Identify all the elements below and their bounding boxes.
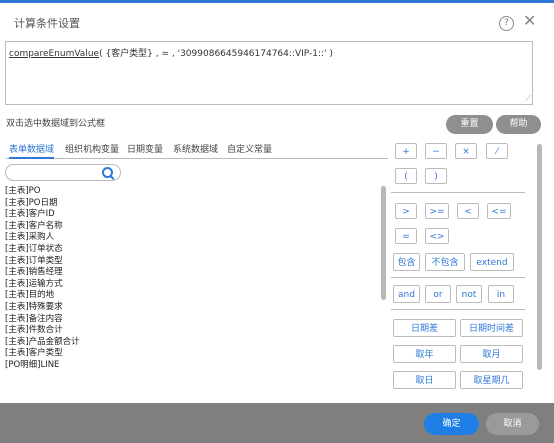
close-icon[interactable]: ✕ <box>523 13 536 29</box>
less-equal-button[interactable]: <= <box>487 203 511 219</box>
get-month-button[interactable]: 取月 <box>460 345 523 363</box>
list-item[interactable]: [主表]备注内容 <box>5 314 381 326</box>
resize-handle-icon[interactable]: ⟋ <box>525 94 531 104</box>
tab-date-variables[interactable]: 日期变量 <box>127 142 163 155</box>
greater-equal-button[interactable]: >= <box>425 203 449 219</box>
divide-button[interactable]: ⁄ <box>486 143 508 159</box>
formula-textarea[interactable]: compareEnumValue( {客户类型} , = , '30990866… <box>5 41 533 105</box>
list-item[interactable]: [主表]客户类型 <box>5 348 381 360</box>
formula-arguments: ( {客户类型} , = , '3099086645946174764::VIP… <box>99 49 333 59</box>
multiply-button[interactable]: × <box>455 143 477 159</box>
less-than-button[interactable]: < <box>457 203 479 219</box>
hint-text: 双击选中数据域到公式框 <box>6 119 106 129</box>
divider <box>391 309 525 310</box>
list-item[interactable]: [主表]采购人 <box>5 232 381 244</box>
list-item[interactable]: [主表]运输方式 <box>5 279 381 291</box>
and-button[interactable]: and <box>393 285 420 303</box>
ok-button[interactable]: 确定 <box>424 413 479 435</box>
right-paren-button[interactable]: ) <box>425 168 447 184</box>
datetime-diff-button[interactable]: 日期时间差 <box>460 319 523 337</box>
calc-condition-dialog: 计算条件设置 ? ✕ compareEnumValue( {客户类型} , = … <box>0 3 554 403</box>
field-tabs: 表单数据域 组织机构变量 日期变量 系统数据域 自定义常量 <box>6 142 388 159</box>
field-list-scrollbar[interactable] <box>381 186 386 300</box>
get-day-button[interactable]: 取日 <box>393 371 456 389</box>
divider <box>391 277 525 278</box>
tab-system-fields[interactable]: 系统数据域 <box>173 142 218 155</box>
list-item[interactable]: [主表]订单类型 <box>5 256 381 268</box>
or-button[interactable]: or <box>425 285 451 303</box>
list-item[interactable]: [主表]客户ID <box>5 209 381 221</box>
help-icon[interactable]: ? <box>499 16 514 31</box>
tab-form-fields[interactable]: 表单数据域 <box>9 142 55 159</box>
list-item[interactable]: [主表]销售经理 <box>5 267 381 279</box>
extend-button[interactable]: extend <box>470 253 514 271</box>
list-item[interactable]: [主表]目的地 <box>5 290 381 302</box>
cancel-button[interactable]: 取消 <box>486 413 539 435</box>
not-equal-button[interactable]: <> <box>425 228 449 244</box>
formula-function-name: compareEnumValue <box>9 49 100 59</box>
tab-org-variables[interactable]: 组织机构变量 <box>65 142 119 155</box>
divider <box>391 192 525 193</box>
list-item[interactable]: [主表]产品金额合计 <box>5 337 381 349</box>
field-list: [主表]PO [主表]PO日期 [主表]客户ID [主表]客户名称 [主表]采购… <box>5 186 381 373</box>
list-item[interactable]: [PO明细]LINE <box>5 360 381 372</box>
in-button[interactable]: in <box>488 285 514 303</box>
reset-button[interactable]: 重置 <box>446 115 493 134</box>
list-item[interactable]: [主表]客户名称 <box>5 221 381 233</box>
search-icon[interactable] <box>102 167 113 178</box>
equal-button[interactable]: = <box>395 228 417 244</box>
greater-than-button[interactable]: > <box>395 203 417 219</box>
contains-button[interactable]: 包含 <box>393 253 420 271</box>
help-button[interactable]: 帮助 <box>496 115 541 134</box>
operators-scrollbar[interactable] <box>537 144 542 370</box>
tab-custom-constants[interactable]: 自定义常量 <box>227 142 272 155</box>
not-button[interactable]: not <box>456 285 482 303</box>
list-item[interactable]: [主表]订单状态 <box>5 244 381 256</box>
left-paren-button[interactable]: ( <box>395 168 417 184</box>
get-weekday-button[interactable]: 取星期几 <box>460 371 523 389</box>
list-item[interactable]: [主表]PO <box>5 186 381 198</box>
list-item[interactable]: [主表]PO日期 <box>5 198 381 210</box>
plus-button[interactable]: + <box>395 143 417 159</box>
not-contains-button[interactable]: 不包含 <box>425 253 465 271</box>
dialog-title: 计算条件设置 <box>14 17 80 30</box>
get-year-button[interactable]: 取年 <box>393 345 456 363</box>
list-item[interactable]: [主表]件数合计 <box>5 325 381 337</box>
field-search-input[interactable] <box>5 164 121 181</box>
date-diff-button[interactable]: 日期差 <box>393 319 456 337</box>
minus-button[interactable]: − <box>425 143 447 159</box>
list-item[interactable]: [主表]特殊要求 <box>5 302 381 314</box>
